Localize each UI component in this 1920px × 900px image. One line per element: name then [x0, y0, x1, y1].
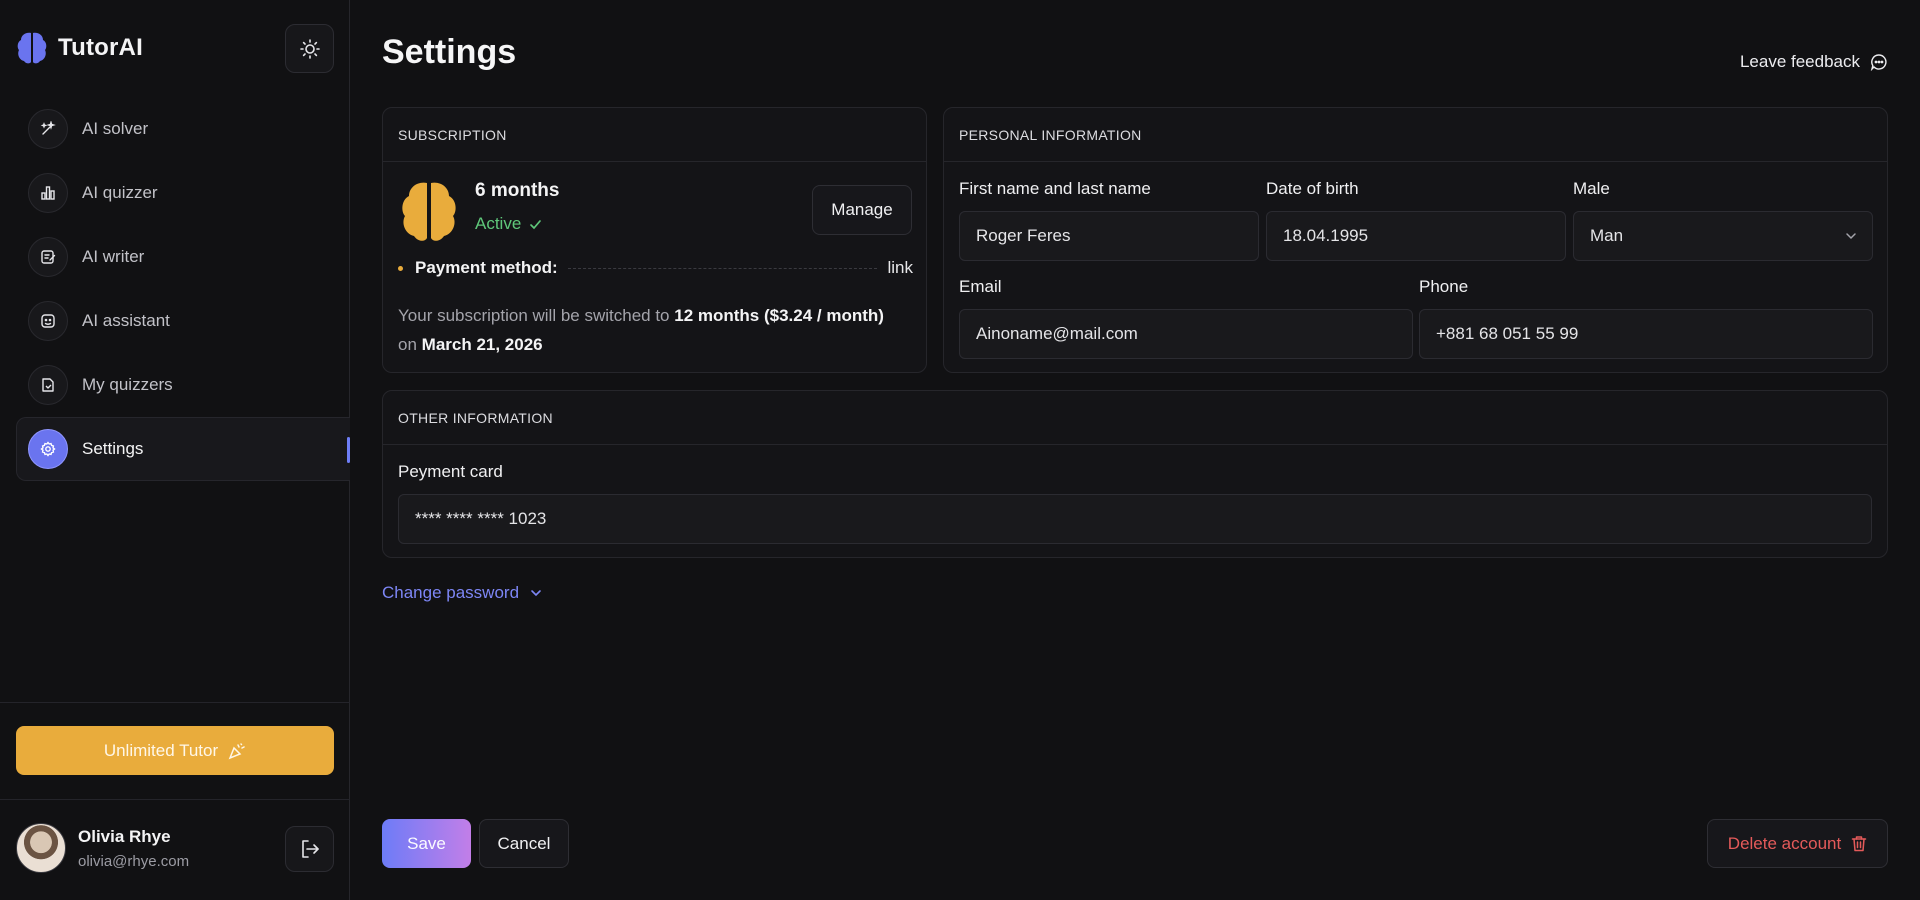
- feedback-label: Leave feedback: [1739, 52, 1860, 71]
- brain-logo-icon: [402, 182, 456, 241]
- sun-icon: [299, 38, 320, 59]
- brain-logo-icon: [17, 32, 47, 64]
- personal-information-card: PERSONAL INFORMATION First name and last…: [943, 107, 1888, 373]
- theme-toggle-button[interactable]: [285, 24, 334, 73]
- unlimited-tutor-button[interactable]: Unlimited Tutor: [16, 726, 334, 775]
- leave-feedback-link[interactable]: Leave feedback: [1740, 52, 1888, 72]
- sidebar-item-label: Settings: [82, 439, 144, 458]
- logout-icon: [301, 840, 319, 858]
- sidebar-item-ai-writer[interactable]: AI writer: [16, 225, 350, 289]
- sidebar-item-my-quizzers[interactable]: My quizzers: [16, 353, 350, 417]
- other-heading: OTHER INFORMATION: [383, 391, 1887, 445]
- gender-select[interactable]: Man: [1573, 211, 1873, 261]
- phone-field[interactable]: +881 68 051 55 99: [1419, 309, 1873, 359]
- gear-icon: [28, 429, 68, 469]
- sidebar-item-settings[interactable]: Settings: [16, 417, 350, 481]
- chevron-down-icon: [531, 590, 541, 597]
- personal-heading: PERSONAL INFORMATION: [944, 108, 1887, 162]
- name-value: Roger Feres: [976, 226, 1071, 245]
- email-label: Email: [959, 277, 1002, 296]
- sidebar-nav: AI solver AI quizzer AI writer AI assist…: [16, 97, 350, 481]
- sidebar-divider: [0, 702, 350, 703]
- edit-note-icon: [28, 237, 68, 277]
- plan-name: 6 months: [475, 180, 560, 201]
- subscription-heading: SUBSCRIPTION: [383, 108, 926, 162]
- sidebar-item-label: AI quizzer: [82, 183, 158, 202]
- email-value: Ainoname@mail.com: [976, 324, 1138, 343]
- sidebar-item-label: AI assistant: [82, 311, 170, 330]
- manage-button[interactable]: Manage: [812, 185, 912, 235]
- note-date: March 21, 2026: [421, 335, 543, 354]
- payment-card-label: Peyment card: [398, 462, 503, 481]
- gender-value: Man: [1590, 226, 1624, 245]
- dashed-leader: [567, 267, 878, 269]
- note-on: on: [398, 335, 417, 354]
- sidebar-item-ai-solver[interactable]: AI solver: [16, 97, 350, 161]
- user-name: Olivia Rhye: [78, 826, 171, 846]
- status-badge: Active: [475, 214, 542, 234]
- sidebar-item-ai-assistant[interactable]: AI assistant: [16, 289, 350, 353]
- logout-button[interactable]: [285, 826, 334, 872]
- change-password-label: Change password: [382, 583, 520, 602]
- upgrade-label: Unlimited Tutor: [103, 740, 219, 760]
- name-label: First name and last name: [959, 179, 1151, 198]
- avatar: [16, 823, 66, 873]
- trash-icon: [1851, 836, 1867, 852]
- brand[interactable]: TutorAI: [16, 30, 143, 66]
- chevron-down-icon: [1846, 233, 1856, 240]
- checkmark-icon: [530, 219, 542, 229]
- cancel-button[interactable]: Cancel: [479, 819, 569, 868]
- payment-method-label: Payment method:: [415, 258, 558, 277]
- date-of-birth-field[interactable]: 18.04.1995: [1266, 211, 1566, 261]
- document-icon: [28, 365, 68, 405]
- sidebar-divider: [0, 799, 350, 800]
- name-field[interactable]: Roger Feres: [959, 211, 1259, 261]
- delete-account-label: Delete account: [1727, 833, 1842, 853]
- other-information-card: OTHER INFORMATION Peyment card **** ****…: [382, 390, 1888, 558]
- phone-label: Phone: [1419, 277, 1469, 296]
- note-plan: 12 months ($3.24 / month): [674, 306, 884, 325]
- bar-chart-icon: [28, 173, 68, 213]
- save-button[interactable]: Save: [382, 819, 471, 868]
- dob-label: Date of birth: [1266, 179, 1359, 198]
- user-info: Olivia Rhye olivia@rhye.com: [78, 827, 189, 870]
- phone-value: +881 68 051 55 99: [1436, 324, 1579, 343]
- party-popper-icon: [228, 742, 245, 759]
- magic-wand-icon: [28, 109, 68, 149]
- user-profile[interactable]: Olivia Rhye olivia@rhye.com: [16, 823, 189, 873]
- bullet-dot: [398, 265, 403, 271]
- payment-card-value: **** **** **** 1023: [415, 509, 547, 528]
- status-label: Active: [475, 214, 522, 233]
- robot-face-icon: [28, 301, 68, 341]
- payment-method-row: Payment method: link: [398, 258, 913, 278]
- subscription-note: Your subscription will be switched to 12…: [398, 301, 918, 359]
- change-password-toggle[interactable]: Change password: [382, 583, 543, 603]
- payment-card-field[interactable]: **** **** **** 1023: [398, 494, 1872, 544]
- gender-label: Male: [1573, 179, 1610, 198]
- payment-method-value: link: [887, 258, 913, 277]
- brand-name: TutorAI: [58, 34, 143, 61]
- delete-account-button[interactable]: Delete account: [1707, 819, 1888, 868]
- chat-bubble-icon: [1870, 54, 1887, 71]
- note-prefix: Your subscription will be switched to: [398, 306, 670, 325]
- sidebar-item-label: AI writer: [82, 247, 145, 266]
- sidebar: TutorAI AI solver AI quizzer AI writer A…: [0, 0, 350, 900]
- subscription-card: SUBSCRIPTION 6 months Active Manage Paym…: [382, 107, 927, 373]
- page-title: Settings: [382, 33, 517, 71]
- sidebar-item-label: My quizzers: [82, 375, 173, 394]
- dob-value: 18.04.1995: [1283, 226, 1369, 245]
- sidebar-item-label: AI solver: [82, 119, 149, 138]
- sidebar-item-ai-quizzer[interactable]: AI quizzer: [16, 161, 350, 225]
- email-field[interactable]: Ainoname@mail.com: [959, 309, 1413, 359]
- user-email: olivia@rhye.com: [78, 852, 190, 870]
